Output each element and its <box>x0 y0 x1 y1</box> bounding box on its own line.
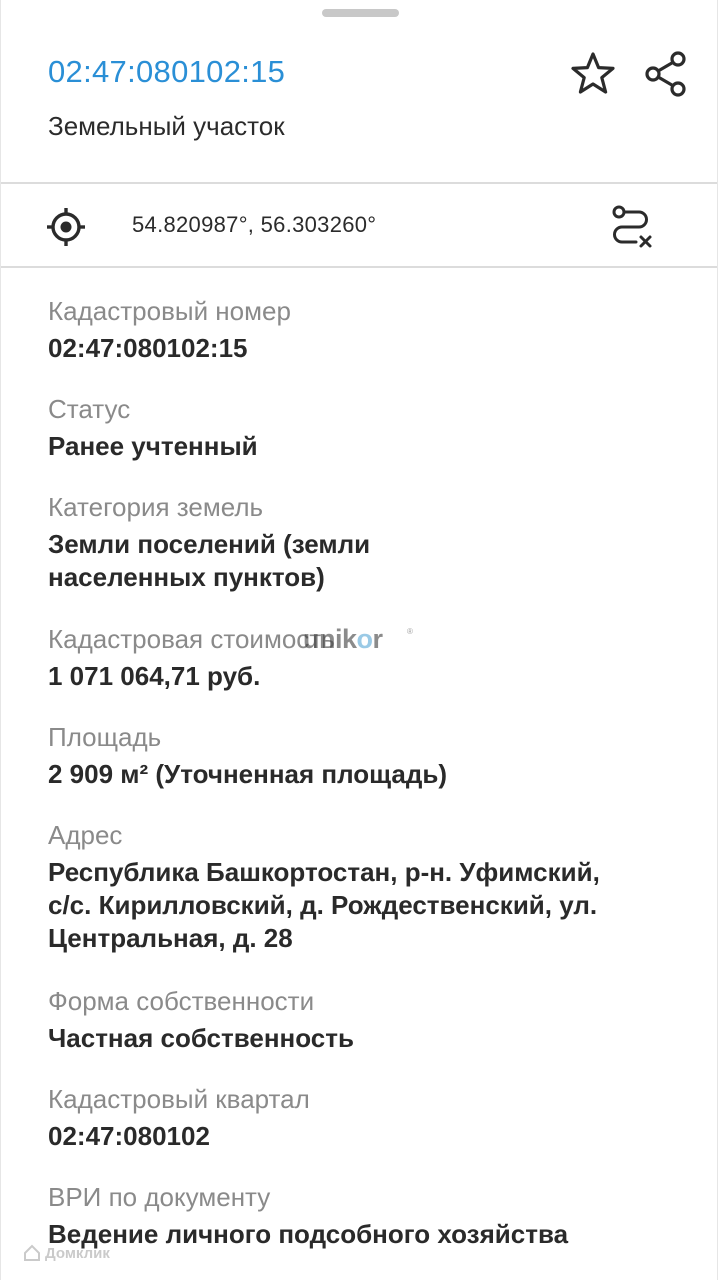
parcel-details: Кадастровый номер 02:47:080102:15 Статус… <box>48 294 688 1260</box>
field-label: ВРИ по документу <box>48 1182 271 1212</box>
watermark-pre: unik <box>303 624 357 654</box>
field-value: 1 071 064,71 руб. <box>48 661 261 691</box>
field-label: Площадь <box>48 722 162 752</box>
field-value: Ведение личного подсобного хозяйства <box>48 1219 569 1249</box>
field-label: Форма собственности <box>48 986 315 1016</box>
field-area: Площадь 2 909 м² (Уточненная площадь) <box>48 720 688 818</box>
field-value: 02:47:080102:15 <box>48 333 248 363</box>
parcel-header: 02:47:080102:15 Земельный участок <box>1 0 717 184</box>
field-value: 02:47:080102 <box>48 1121 210 1151</box>
star-icon <box>571 52 615 94</box>
parcel-info-sheet: 02:47:080102:15 Земельный участок 54.820… <box>0 0 718 1280</box>
field-value-line-1: Земли поселений (земли <box>48 529 371 559</box>
coordinates-text[interactable]: 54.820987°, 56.303260° <box>132 212 376 238</box>
field-value-line-2: с/с. Кирилловский, д. Рождественский, ул… <box>48 890 598 920</box>
parcel-title[interactable]: 02:47:080102:15 <box>48 54 285 90</box>
domclick-text: Домклик <box>45 1244 110 1262</box>
unikoor-watermark: unikor <box>303 624 383 655</box>
field-value: 2 909 м² (Уточненная площадь) <box>48 759 448 789</box>
field-status: Статус Ранее учтенный <box>48 392 688 490</box>
house-icon <box>24 1244 40 1261</box>
field-label: Кадастровый квартал <box>48 1084 310 1114</box>
field-value-line-1: Республика Башкортостан, р-н. Уфимский, <box>48 857 600 887</box>
registered-mark: ® <box>407 627 413 636</box>
parcel-type: Земельный участок <box>48 111 285 141</box>
field-address: Адрес Республика Башкортостан, р-н. Уфим… <box>48 818 688 984</box>
route-button[interactable] <box>605 202 657 254</box>
domclick-watermark: Домклик <box>23 1244 110 1262</box>
field-value: Ранее учтенный <box>48 431 258 461</box>
field-cadastral-number: Кадастровый номер 02:47:080102:15 <box>48 294 688 392</box>
favorite-button[interactable] <box>567 48 619 100</box>
field-label: Кадастровый номер <box>48 296 291 326</box>
coordinates-bar: 54.820987°, 56.303260° <box>1 184 717 268</box>
field-value-line: Республика Башкортостан, р-н. Уфимский, … <box>48 856 688 955</box>
crosshair-icon <box>47 208 85 246</box>
route-icon <box>612 205 652 248</box>
share-icon <box>645 51 686 97</box>
field-cadastral-quarter: Кадастровый квартал 02:47:080102 <box>48 1082 688 1180</box>
field-label: Категория земель <box>48 492 264 522</box>
locate-button[interactable] <box>43 204 89 250</box>
field-permitted-use: ВРИ по документу Ведение личного подсобн… <box>48 1180 688 1260</box>
field-value: Частная собственность <box>48 1023 354 1053</box>
share-button[interactable] <box>639 48 691 100</box>
field-label: Статус <box>48 394 131 424</box>
field-value-line: Земли поселений (земли населенных пункто… <box>48 528 688 594</box>
field-value-line-3: Центральная, д. 28 <box>48 923 293 953</box>
watermark-o: o <box>356 624 374 654</box>
field-label: Адрес <box>48 820 123 850</box>
field-ownership: Форма собственности Частная собственност… <box>48 984 688 1082</box>
watermark-post: r <box>372 624 384 654</box>
field-land-category: Категория земель Земли поселений (земли … <box>48 490 688 622</box>
field-value-line-2: населенных пунктов) <box>48 562 325 592</box>
